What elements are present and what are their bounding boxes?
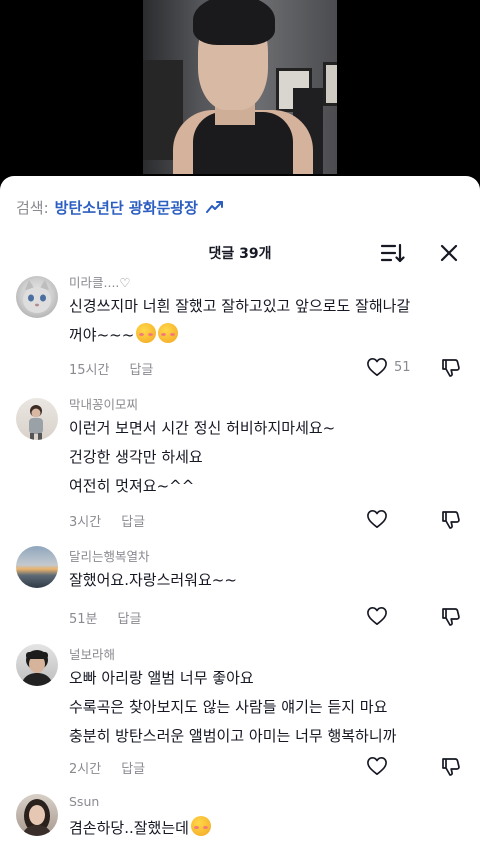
heart-icon <box>367 757 387 775</box>
smiling-face-with-hearts-emoji-icon <box>136 323 157 343</box>
comment-text: 이런거 보면서 시간 정신 허비하지마세요~ 건강한 생각만 하세요 여전히 멋… <box>69 414 469 501</box>
comment-line: 오빠 아리랑 앨범 너무 좋아요 <box>69 669 254 687</box>
comment-line: 충분히 방탄스러운 앨범이고 아미는 너무 행복하니까 <box>69 727 397 745</box>
reply-button[interactable]: 답글 <box>118 608 142 627</box>
thumbs-down-icon[interactable] <box>441 607 461 627</box>
comments-count-title: 댓글 39개 <box>208 246 272 262</box>
comment-text: 오빠 아리랑 앨범 너무 좋아요 수록곡은 찾아보지도 않는 사람들 얘기는 듣… <box>69 664 469 751</box>
comment-meta: 15시간 답글 <box>69 359 153 378</box>
avatar[interactable] <box>16 644 58 686</box>
comment-item: 미라클....♡ 신경쓰지마 너흰 잘했고 잘하고있고 앞으로도 잘해나갈 꺼야… <box>0 272 480 387</box>
like-count: 51 <box>394 359 411 375</box>
comment-text: 잘했어요.자랑스러워요~~ <box>69 566 469 595</box>
smiling-face-with-hearts-emoji-icon <box>158 323 179 343</box>
reply-button[interactable]: 답글 <box>129 359 153 378</box>
heart-icon <box>367 607 387 625</box>
close-icon[interactable] <box>438 242 460 264</box>
comment-username[interactable]: 미라클....♡ <box>69 272 131 291</box>
video-thumbnail[interactable] <box>143 0 337 174</box>
comment-line: 겸손하당..잘했는데 <box>69 819 189 837</box>
like-button[interactable] <box>366 756 394 776</box>
reply-button[interactable]: 답글 <box>121 758 145 777</box>
comment-line-with-emoji: 겸손하당..잘했는데 <box>69 814 469 841</box>
search-prefix: 검색: <box>16 198 49 217</box>
comment-username[interactable]: Ssun <box>69 794 99 809</box>
comments-sheet: 검색: 방탄소년단 광화문광장 댓글 39개 미라클....♡ 신경쓰지마 너흰… <box>0 176 480 841</box>
comment-item: 널보라해 오빠 아리랑 앨범 너무 좋아요 수록곡은 찾아보지도 않는 사람들 … <box>0 644 480 789</box>
like-button[interactable] <box>366 509 394 529</box>
reply-button[interactable]: 답글 <box>121 511 145 530</box>
heart-icon <box>367 510 387 528</box>
avatar[interactable] <box>16 546 58 588</box>
comment-username[interactable]: 달리는행복열차 <box>69 546 150 565</box>
comment-meta: 51분 답글 <box>69 608 141 627</box>
video-player[interactable] <box>0 0 480 190</box>
like-button[interactable] <box>366 606 394 626</box>
comment-line: 잘했어요.자랑스러워요~~ <box>69 571 237 589</box>
comment-time: 3시간 <box>69 515 102 530</box>
like-button[interactable]: 51 <box>366 357 411 377</box>
thumbs-down-icon[interactable] <box>441 757 461 777</box>
search-suggestion[interactable]: 검색: 방탄소년단 광화문광장 <box>16 195 224 219</box>
avatar[interactable] <box>16 398 58 440</box>
comment-line: 수록곡은 찾아보지도 않는 사람들 얘기는 듣지 마요 <box>69 698 388 716</box>
comment-item: 막내꽁이모찌 이런거 보면서 시간 정신 허비하지마세요~ 건강한 생각만 하세… <box>0 394 480 539</box>
smiling-face-with-hearts-emoji-icon <box>190 816 211 836</box>
comment-line: 이런거 보면서 시간 정신 허비하지마세요~ <box>69 419 336 437</box>
comment-line: 꺼야~~~ <box>69 326 135 344</box>
comment-line: 건강한 생각만 하세요 <box>69 448 203 466</box>
sort-icon[interactable] <box>381 242 405 264</box>
comment-item: Ssun 겸손하당..잘했는데 <box>0 794 480 841</box>
comment-line: 신경쓰지마 너흰 잘했고 잘하고있고 앞으로도 잘해나갈 <box>69 297 411 315</box>
comment-text: 겸손하당..잘했는데 <box>69 814 469 841</box>
comment-meta: 3시간 답글 <box>69 511 145 530</box>
comments-header: 댓글 39개 <box>0 240 480 268</box>
comment-username[interactable]: 널보라해 <box>69 644 115 663</box>
search-term-link[interactable]: 방탄소년단 광화문광장 <box>55 197 198 218</box>
cat-avatar-image <box>23 280 51 313</box>
comment-text: 신경쓰지마 너흰 잘했고 잘하고있고 앞으로도 잘해나갈 꺼야~~~ <box>69 292 469 350</box>
comment-meta: 2시간 답글 <box>69 758 145 777</box>
avatar[interactable] <box>16 794 58 836</box>
avatar[interactable] <box>16 276 58 318</box>
comment-username[interactable]: 막내꽁이모찌 <box>69 394 138 413</box>
comment-time: 15시간 <box>69 363 110 378</box>
comment-line-with-emoji: 꺼야~~~ <box>69 321 469 350</box>
comment-line: 여전히 멋져요~^^ <box>69 477 195 495</box>
person-avatar-image <box>22 799 52 836</box>
child-avatar-image <box>29 405 43 440</box>
comment-time: 2시간 <box>69 762 102 777</box>
comment-item: 달리는행복열차 잘했어요.자랑스러워요~~ 51분 답글 <box>0 546 480 634</box>
person-avatar-image <box>21 650 53 686</box>
heart-icon <box>367 358 387 376</box>
thumbs-down-icon[interactable] <box>441 358 461 378</box>
comment-time: 51분 <box>69 612 98 627</box>
trending-arrow-icon <box>205 201 223 213</box>
thumbs-down-icon[interactable] <box>441 510 461 530</box>
